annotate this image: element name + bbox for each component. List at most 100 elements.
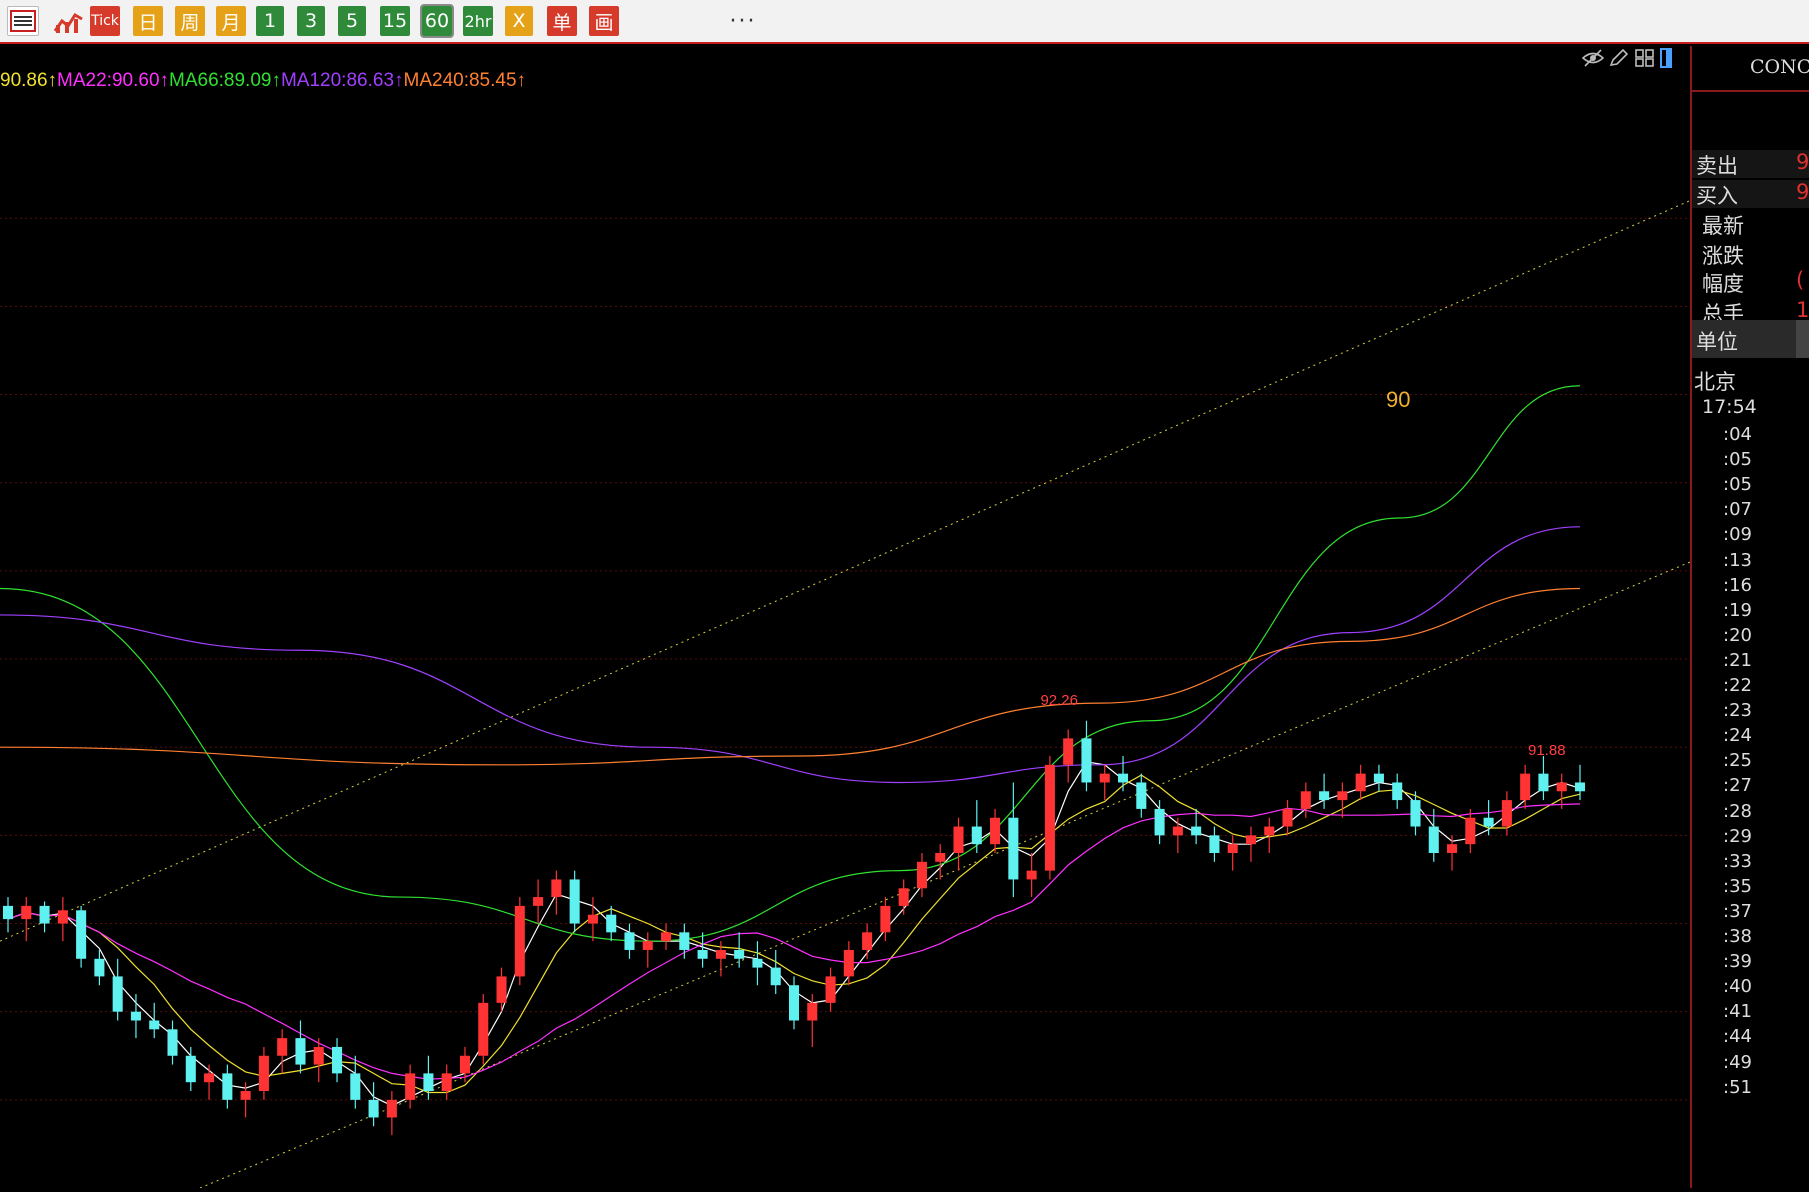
candle-body [1264, 826, 1275, 836]
candle-body [1026, 870, 1037, 880]
period-button-3[interactable]: 月 [216, 6, 246, 36]
time-entry: :49 [1723, 1051, 1752, 1073]
quote-label: 卖出 [1696, 154, 1738, 178]
candle-body [624, 932, 635, 950]
candle-body [368, 1099, 379, 1118]
candle-body [752, 958, 763, 968]
candle-body [606, 914, 617, 933]
candle-body [295, 1038, 306, 1065]
time-entry: :51 [1723, 1076, 1752, 1098]
candle-body [642, 941, 653, 950]
legend-item-1: MA22:90.60↑ [57, 70, 170, 91]
candle-body [1044, 764, 1055, 871]
candle-body [971, 826, 982, 845]
candle-body [478, 1002, 489, 1056]
ma-line-1 [7, 774, 1581, 1094]
candle-body [496, 976, 507, 1003]
candle-body [1373, 773, 1384, 783]
candle-body [1209, 835, 1220, 853]
candle-body [1428, 826, 1439, 853]
price-level-label: 90 [1386, 387, 1410, 412]
period-button-10[interactable]: X [505, 6, 533, 36]
candle-body [1099, 773, 1110, 783]
more-options-button[interactable]: ··· [728, 6, 758, 36]
candle-body [240, 1091, 251, 1100]
period-button-2[interactable]: 周 [175, 6, 205, 36]
period-button-1[interactable]: 日 [133, 6, 163, 36]
time-entry: :39 [1723, 951, 1752, 973]
time-entry: :13 [1723, 549, 1752, 571]
time-entry: :33 [1723, 850, 1752, 872]
time-entry: :23 [1723, 700, 1752, 722]
candlestick-chart: 92.26 91.88 90 [0, 200, 1691, 1189]
candle-body [1063, 738, 1074, 765]
period-button-11[interactable]: 单 [547, 6, 577, 36]
first-time-label: 17:54 [1702, 396, 1757, 418]
candle-body [204, 1073, 215, 1083]
candle-body [76, 910, 87, 959]
period-button-5[interactable]: 3 [297, 6, 325, 36]
candle-body [1245, 835, 1257, 845]
time-entry: :20 [1723, 624, 1752, 646]
candle-body [551, 879, 562, 898]
candle-body [39, 905, 50, 924]
panel-toggle-icon[interactable] [1660, 48, 1672, 72]
quote-value: 9 [1796, 150, 1809, 174]
period-button-8[interactable]: 60 [420, 4, 454, 38]
edit-pencil-icon[interactable] [1608, 48, 1630, 72]
candle-body [843, 949, 854, 977]
time-entry: :05 [1723, 474, 1752, 496]
time-entry: :25 [1723, 750, 1752, 772]
time-entry: :19 [1723, 599, 1752, 621]
channel-line-lower [199, 561, 1691, 1189]
candle-body [697, 949, 708, 959]
quote-row-1: 买入 9 [1692, 180, 1809, 208]
candle-body [862, 932, 873, 950]
candle-body [1282, 808, 1293, 827]
price-chart[interactable]: 92.26 91.88 90 [0, 46, 1691, 1189]
quote-label: 涨跌 [1702, 244, 1744, 268]
chart-tools [1581, 48, 1672, 72]
time-entry: :35 [1723, 875, 1752, 897]
candle-body [770, 967, 781, 986]
long-ma-line-0 [0, 385, 1581, 942]
period-button-4[interactable]: 1 [256, 6, 284, 36]
candle-body [734, 949, 745, 959]
period-button-9[interactable]: 2hr [463, 6, 493, 36]
ma-line-0 [7, 761, 1581, 1107]
candle-body [405, 1073, 416, 1100]
trend-chart-icon[interactable] [52, 6, 86, 36]
candle-body [1227, 844, 1238, 853]
candle-body [1154, 808, 1165, 836]
candle-body [1465, 817, 1476, 845]
candle-body [569, 879, 580, 924]
legend-item-3: MA120:86.63↑ [280, 70, 404, 91]
candle-body [898, 888, 909, 906]
time-entry: :28 [1723, 800, 1752, 822]
quote-panel: CONC 卖出9买入9最新涨跌幅度(总手1持仓2! 单位 北京 17:54 :0… [1690, 46, 1809, 1188]
hide-eye-icon[interactable] [1581, 48, 1605, 72]
quote-value: 1 [1796, 298, 1809, 322]
period-button-12[interactable]: 画 [589, 6, 619, 36]
candle-body [130, 1011, 141, 1021]
candle-body [661, 932, 672, 942]
candle-body [935, 852, 946, 862]
candle-body [94, 958, 105, 977]
menu-list-icon[interactable] [7, 6, 39, 36]
quote-label: 最新 [1702, 214, 1744, 238]
unit-label: 单位 [1696, 330, 1738, 354]
candle-body [2, 905, 14, 920]
time-entry: :38 [1723, 926, 1752, 947]
candle-body [1300, 791, 1311, 809]
quote-label: 幅度 [1702, 272, 1744, 296]
period-button-0[interactable]: Tick [90, 6, 120, 36]
time-entry: :24 [1723, 725, 1752, 747]
quote-value: ( [1796, 268, 1805, 292]
unit-row: 单位 [1692, 320, 1809, 358]
ma-line-2 [7, 803, 1581, 1080]
period-button-7[interactable]: 15 [380, 6, 410, 36]
candle-body [1355, 773, 1366, 792]
period-button-6[interactable]: 5 [338, 6, 366, 36]
layout-grid-icon[interactable] [1634, 48, 1656, 72]
candle-body [715, 949, 726, 959]
